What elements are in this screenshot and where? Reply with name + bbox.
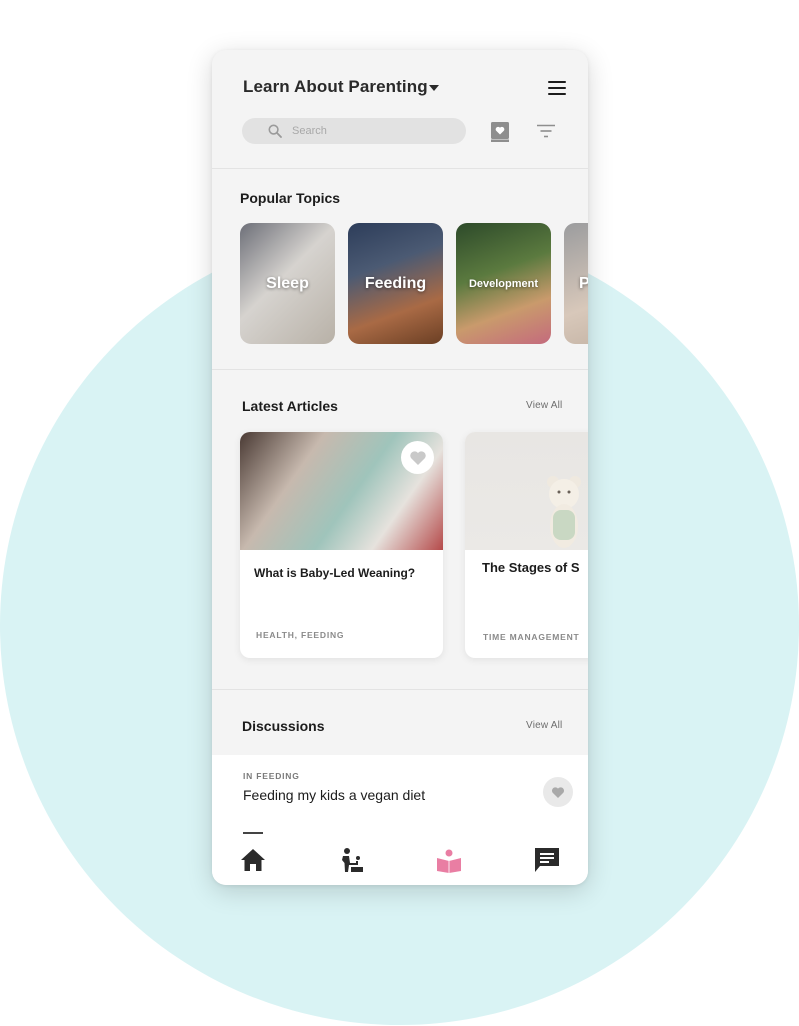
article-tags: TIME MANAGEMENT <box>483 632 580 642</box>
bottom-navigation <box>212 834 588 885</box>
discussions-heading: Discussions <box>242 718 325 734</box>
teddy-bear-image <box>547 476 581 548</box>
topic-label: P <box>579 274 588 292</box>
search-icon <box>268 124 282 138</box>
nav-home[interactable] <box>238 845 268 875</box>
search-bar[interactable] <box>242 118 466 144</box>
topic-card-feeding[interactable]: Feeding <box>348 223 443 344</box>
chat-icon <box>535 848 559 872</box>
discussion-category: IN FEEDING <box>243 771 300 781</box>
favorite-button[interactable] <box>401 441 434 474</box>
caret-down-icon[interactable] <box>429 85 439 91</box>
article-title: The Stages of S <box>482 560 580 575</box>
nav-chat[interactable] <box>532 845 562 875</box>
nav-learn[interactable] <box>434 845 464 875</box>
section-divider <box>212 369 588 370</box>
article-tags: HEALTH, FEEDING <box>256 630 345 640</box>
app-header: Learn About Parenting <box>212 50 588 169</box>
discussion-item[interactable]: IN FEEDING Feeding my kids a vegan diet <box>212 755 588 845</box>
hamburger-menu-icon[interactable] <box>548 81 566 95</box>
learn-book-icon <box>437 849 461 873</box>
topic-label: Feeding <box>364 274 427 292</box>
topic-card-sleep[interactable]: Sleep <box>240 223 335 344</box>
search-input[interactable] <box>292 122 452 140</box>
popular-topics-heading: Popular Topics <box>240 190 341 206</box>
article-image <box>465 432 588 550</box>
article-card[interactable]: The Stages of S TIME MANAGEMENT <box>465 432 588 658</box>
article-title: What is Baby-Led Weaning? <box>254 566 416 580</box>
topic-label: Development <box>468 277 539 290</box>
bookmark-heart-icon[interactable] <box>490 121 510 143</box>
favorite-button[interactable] <box>543 777 573 807</box>
article-card[interactable]: What is Baby-Led Weaning? HEALTH, FEEDIN… <box>240 432 443 658</box>
nav-baby-care[interactable] <box>336 845 366 875</box>
phone-screen: Learn About Parenting Popular Topics Sle… <box>212 50 588 885</box>
baby-care-icon <box>342 848 363 872</box>
discussion-title: Feeding my kids a vegan diet <box>243 787 426 803</box>
home-icon <box>241 849 265 871</box>
articles-view-all-link[interactable]: View All <box>526 400 562 411</box>
heart-icon <box>552 786 564 798</box>
page-title[interactable]: Learn About Parenting <box>243 77 428 97</box>
topic-card-development[interactable]: Development <box>456 223 551 344</box>
latest-articles-heading: Latest Articles <box>242 398 338 414</box>
discussions-view-all-link[interactable]: View All <box>526 720 562 731</box>
topic-card-partial[interactable]: P <box>564 223 588 344</box>
heart-icon <box>409 450 426 465</box>
filter-icon[interactable] <box>536 124 556 138</box>
topic-label: Sleep <box>266 274 309 292</box>
section-divider <box>212 689 588 690</box>
